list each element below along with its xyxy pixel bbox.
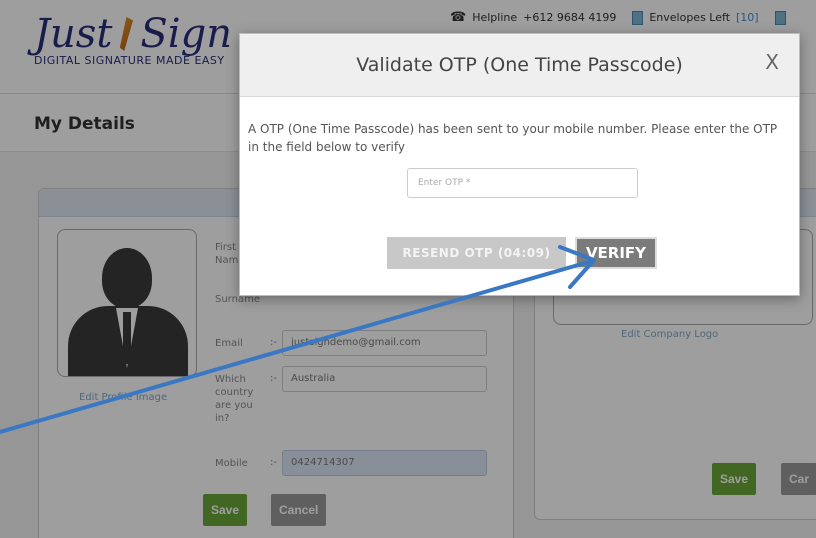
close-icon[interactable]: X	[765, 50, 779, 74]
otp-input[interactable]	[407, 168, 638, 198]
verify-button[interactable]: VERIFY	[575, 237, 657, 269]
resend-otp-button[interactable]: RESEND OTP (04:09)	[387, 237, 566, 269]
otp-message: A OTP (One Time Passcode) has been sent …	[248, 122, 778, 154]
modal-header: Validate OTP (One Time Passcode) X	[240, 34, 799, 97]
otp-modal: Validate OTP (One Time Passcode) X A OTP…	[239, 33, 800, 296]
modal-title: Validate OTP (One Time Passcode)	[356, 54, 683, 76]
